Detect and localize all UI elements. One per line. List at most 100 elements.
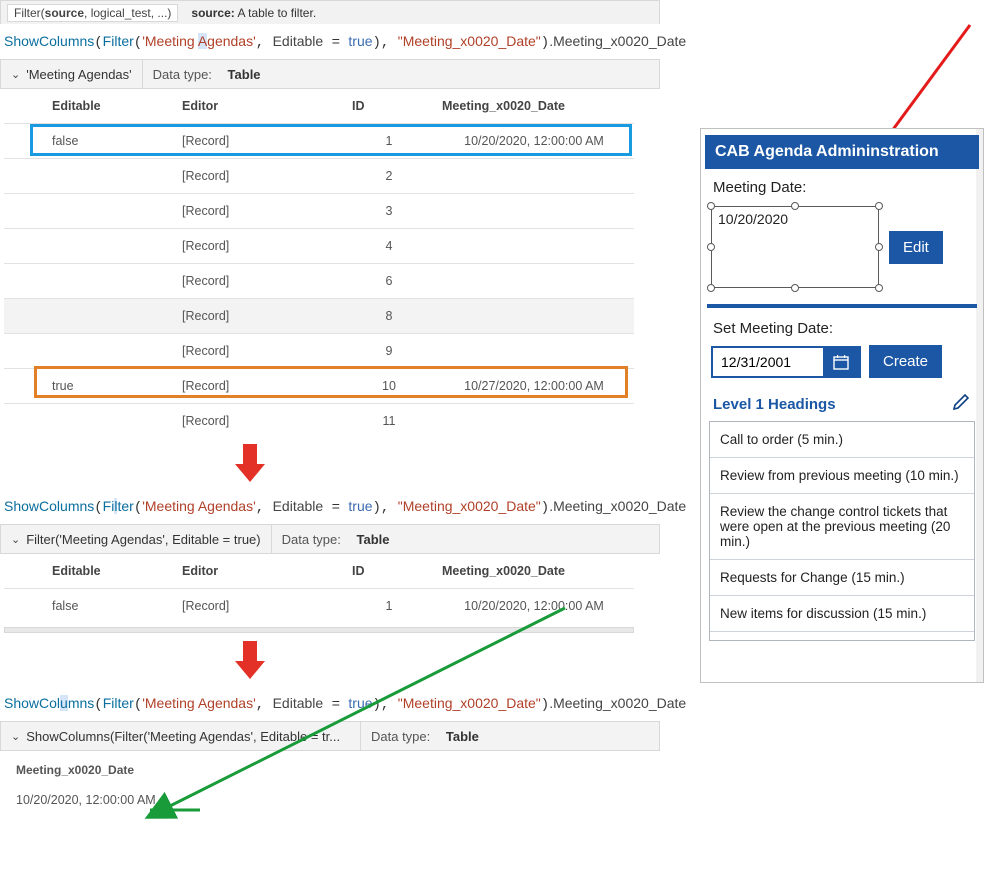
formula-bar-3[interactable]: ShowColumns(Filter('Meeting Agendas', Ed… <box>0 687 660 721</box>
list-item[interactable]: Actions Items and Issues Review (10 min. <box>710 632 974 641</box>
table-row[interactable]: false[Record]110/20/2020, 12:00:00 AM <box>4 589 634 624</box>
calendar-icon[interactable] <box>823 348 859 376</box>
tok-showcolumns-2: ShowColumns <box>4 498 94 514</box>
table-row[interactable]: true[Record]1010/27/2020, 12:00:00 AM <box>4 369 634 404</box>
cell-date: 10/20/2020, 12:00:00 AM <box>434 589 634 624</box>
step3-col-header[interactable]: Meeting_x0020_Date <box>0 751 660 783</box>
left-inspector: Filter(source, logical_test, ...) source… <box>0 0 660 813</box>
sc-pre: ShowCol <box>4 695 60 711</box>
cell-editor: [Record] <box>174 264 344 299</box>
step2-table: Editable Editor ID Meeting_x0020_Date fa… <box>4 554 634 623</box>
list-item[interactable]: Review the change control tickets that w… <box>710 494 974 560</box>
level1-headings-label: Level 1 Headings <box>713 396 836 413</box>
set-date-input[interactable] <box>711 346 861 378</box>
step1-chip[interactable]: ⌄ 'Meeting Agendas' <box>1 60 143 88</box>
table-row[interactable]: [Record]4 <box>4 229 634 264</box>
fx-arg-name: source: <box>191 6 234 20</box>
cell-id: 6 <box>344 264 434 299</box>
cell-editable: true <box>4 369 174 404</box>
cursor-highlight: A <box>198 33 207 49</box>
table-lit-pre: 'Meeting <box>142 33 198 49</box>
col-meeting-date[interactable]: Meeting_x0020_Date <box>434 554 634 589</box>
cell-date <box>434 229 634 264</box>
meeting-date-selected-control[interactable]: 10/20/2020 <box>711 206 879 288</box>
step2-header: ⌄ Filter('Meeting Agendas', Editable = t… <box>0 524 660 554</box>
cell-editable: false <box>4 589 174 624</box>
cell-editable <box>4 264 174 299</box>
table-row[interactable]: [Record]6 <box>4 264 634 299</box>
fx-sig-post: , logical_test, ...) <box>84 6 171 20</box>
scrollbar-stub[interactable] <box>4 627 634 633</box>
cell-date: 10/20/2020, 12:00:00 AM <box>434 124 634 159</box>
chevron-down-icon: ⌄ <box>11 533 20 546</box>
formula-bar-1[interactable]: ShowColumns(Filter('Meeting Agendas', Ed… <box>0 25 660 59</box>
red-arrow-down-2 <box>235 641 265 681</box>
tok-filter-3: Filter <box>103 695 134 711</box>
table-row[interactable]: [Record]11 <box>4 404 634 439</box>
col-editor[interactable]: Editor <box>174 89 344 124</box>
step2-chip[interactable]: ⌄ Filter('Meeting Agendas', Editable = t… <box>1 525 272 553</box>
tok-column-literal: "Meeting_x0020_Date" <box>398 33 541 49</box>
date-text-field[interactable] <box>713 348 823 376</box>
sc-post: mns <box>68 695 94 711</box>
list-item[interactable]: New items for discussion (15 min.) <box>710 596 974 632</box>
filter-post: ter <box>117 498 133 514</box>
table-row[interactable]: false[Record]110/20/2020, 12:00:00 AM <box>4 124 634 159</box>
step2-chip-label: Filter('Meeting Agendas', Editable = tru… <box>26 532 260 547</box>
tok-filter: Filter <box>103 33 134 49</box>
col-editor[interactable]: Editor <box>174 554 344 589</box>
cell-id: 1 <box>344 124 434 159</box>
cell-id: 9 <box>344 334 434 369</box>
cell-editor: [Record] <box>174 589 344 624</box>
col-meeting-date[interactable]: Meeting_x0020_Date <box>434 89 634 124</box>
edit-button[interactable]: Edit <box>889 231 943 264</box>
fx-sig-pre: Filter( <box>14 6 45 20</box>
create-button[interactable]: Create <box>869 345 942 378</box>
tok-table-literal-3: 'Meeting Agendas' <box>142 695 256 711</box>
cell-editor: [Record] <box>174 194 344 229</box>
cell-editor: [Record] <box>174 229 344 264</box>
step2-datatype: Data type: Table <box>272 525 400 553</box>
cell-id: 11 <box>344 404 434 439</box>
datatype-value: Table <box>357 532 390 547</box>
table-row[interactable]: [Record]8 <box>4 299 634 334</box>
cursor-highlight-3: u <box>60 695 68 711</box>
cell-id: 8 <box>344 299 434 334</box>
fx-arg-description: source: A table to filter. <box>186 4 321 22</box>
col-editable[interactable]: Editable <box>4 554 174 589</box>
cell-editable <box>4 404 174 439</box>
col-id[interactable]: ID <box>344 89 434 124</box>
col-editable[interactable]: Editable <box>4 89 174 124</box>
list-item[interactable]: Review from previous meeting (10 min.) <box>710 458 974 494</box>
table-row[interactable]: [Record]2 <box>4 159 634 194</box>
list-item[interactable]: Requests for Change (15 min.) <box>710 560 974 596</box>
tok-true-3: true <box>348 695 372 711</box>
step3-chip[interactable]: ⌄ ShowColumns(Filter('Meeting Agendas', … <box>1 722 361 750</box>
app-title-bar: CAB Agenda Admininstration <box>705 135 979 169</box>
cell-date <box>434 299 634 334</box>
step3-datatype: Data type: Table <box>361 722 489 750</box>
step2-header-row: Editable Editor ID Meeting_x0020_Date <box>4 554 634 589</box>
table-row[interactable]: [Record]3 <box>4 194 634 229</box>
cell-editable <box>4 299 174 334</box>
formula-bar-2[interactable]: ShowColumns(Filter('Meeting Agendas', Ed… <box>0 490 660 524</box>
cell-id: 2 <box>344 159 434 194</box>
datatype-label: Data type: <box>153 67 212 82</box>
step1-header-row: Editable Editor ID Meeting_x0020_Date <box>4 89 634 124</box>
cell-id: 3 <box>344 194 434 229</box>
tok-filter-2: Filter <box>103 498 134 514</box>
list-item[interactable]: Call to order (5 min.) <box>710 422 974 458</box>
cell-editor: [Record] <box>174 369 344 404</box>
red-arrow-down-1 <box>235 444 265 484</box>
tok-tail: .Meeting_x0020_Date <box>549 33 686 49</box>
tok-showcolumns-3: ShowColumns <box>4 695 94 711</box>
datatype-label: Data type: <box>371 729 430 744</box>
datatype-label: Data type: <box>282 532 341 547</box>
step3-chip-label: ShowColumns(Filter('Meeting Agendas', Ed… <box>26 729 340 744</box>
step1-header: ⌄ 'Meeting Agendas' Data type: Table <box>0 59 660 89</box>
pencil-icon[interactable] <box>951 392 971 417</box>
table-row[interactable]: [Record]9 <box>4 334 634 369</box>
col-id[interactable]: ID <box>344 554 434 589</box>
divider <box>707 304 977 308</box>
agenda-list[interactable]: Call to order (5 min.) Review from previ… <box>709 421 975 641</box>
